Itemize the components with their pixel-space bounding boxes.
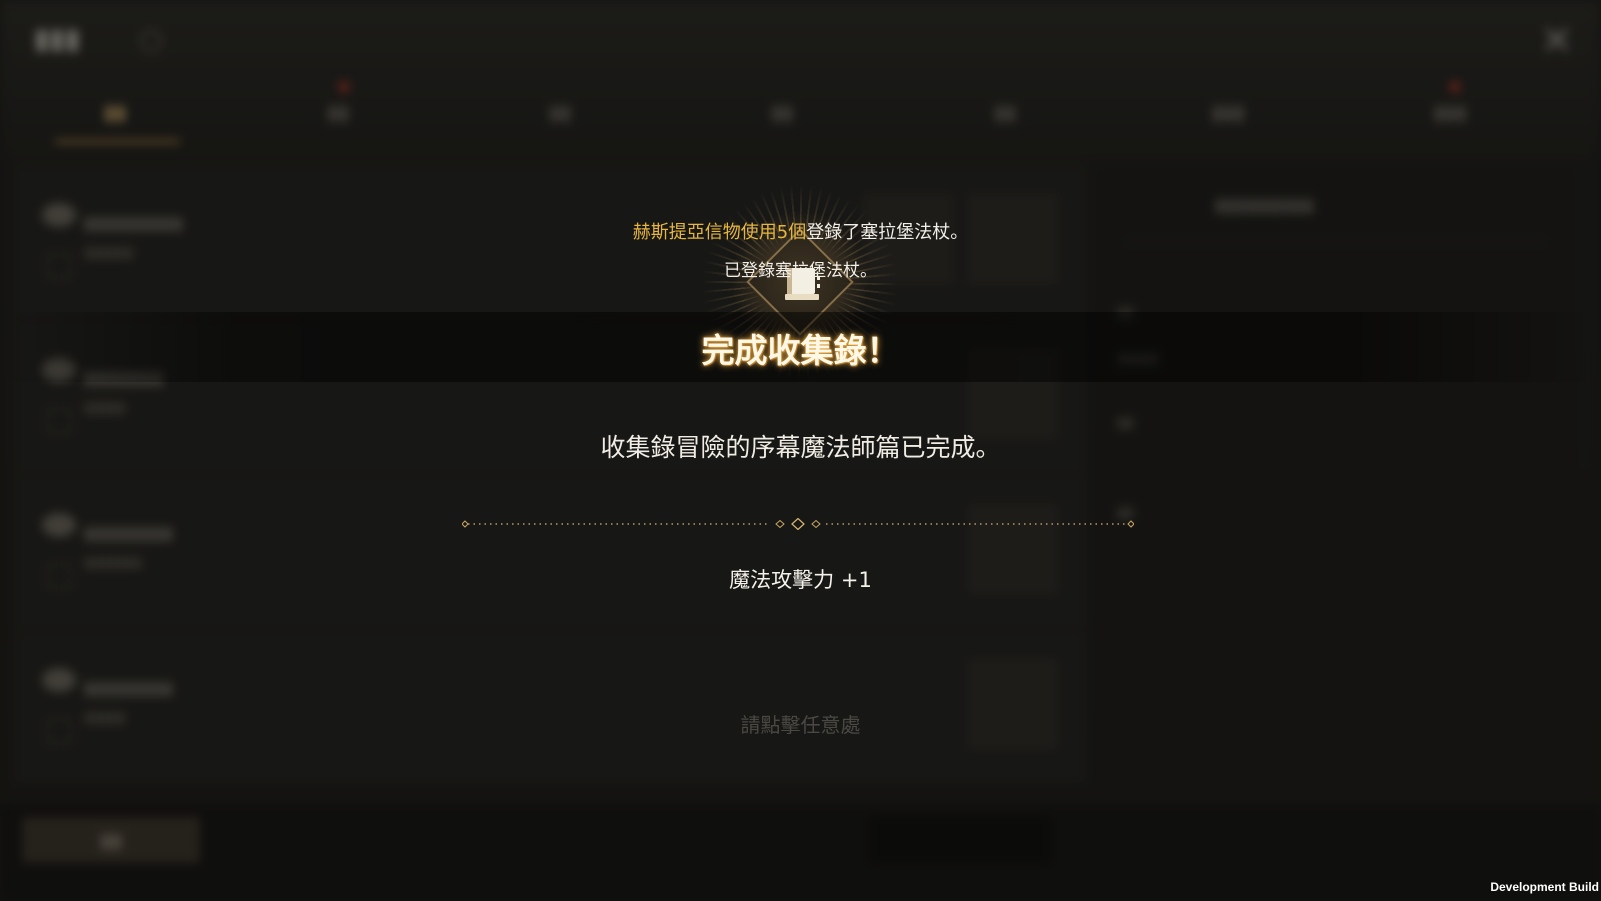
tap-anywhere-hint: 請點擊任意處	[740, 713, 861, 737]
reward-stat: 魔法攻擊力 +1	[729, 568, 872, 592]
notice-rest: 登錄了塞拉堡法杖。	[806, 222, 969, 243]
ornament-divider	[462, 518, 1134, 530]
completion-message: 收集錄冒險的序幕魔法師篇已完成。	[600, 433, 1001, 462]
development-build-label: Development Build	[1490, 880, 1599, 894]
popup-title: 完成收集錄！	[701, 331, 900, 370]
sub-notice: 已登錄塞拉堡法杖。	[724, 261, 877, 281]
completion-popup[interactable]: 赫斯提亞信物使用5個登錄了塞拉堡法杖。 已登錄塞拉堡法杖。 完成收集錄！ 收集錄…	[0, 0, 1601, 901]
registration-notice: 赫斯提亞信物使用5個登錄了塞拉堡法杖。	[0, 218, 1601, 244]
notice-highlight: 赫斯提亞信物使用5個	[632, 222, 807, 243]
